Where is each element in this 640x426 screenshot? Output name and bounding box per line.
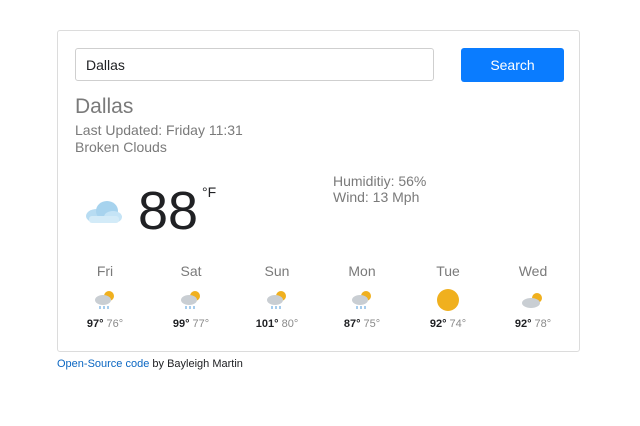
- cloud-icon: [86, 201, 122, 223]
- forecast-low: 78°: [534, 318, 552, 330]
- footer: Open-Source code by Bayleigh Martin: [57, 358, 243, 370]
- forecast-high: 92°: [429, 318, 447, 330]
- forecast-day-name: Fri: [96, 263, 114, 279]
- forecast-day: Sun 101° 80°: [237, 262, 317, 330]
- sun-icon: [437, 289, 459, 311]
- forecast-low: 76°: [106, 318, 124, 330]
- search-button[interactable]: Search: [461, 48, 564, 82]
- forecast-day: Mon 87° 75°: [322, 262, 402, 330]
- forecast-day: Tue 92° 74°: [408, 262, 488, 330]
- footer-author: by Bayleigh Martin: [149, 358, 243, 370]
- forecast-low: 75°: [363, 318, 381, 330]
- forecast-low: 80°: [281, 318, 299, 330]
- weather-card: Search Dallas Last Updated: Friday 11:31…: [57, 30, 580, 352]
- current-temperature: 88: [138, 181, 199, 241]
- forecast-temps: 99° 77°: [151, 318, 231, 330]
- forecast-temps: 92° 78°: [493, 318, 573, 330]
- forecast-day-name: Tue: [436, 263, 460, 279]
- forecast-high: 101°: [255, 318, 279, 330]
- open-source-link[interactable]: Open-Source code: [57, 358, 149, 370]
- forecast-temps: 97° 76°: [65, 318, 145, 330]
- rain-sun-icon: [267, 291, 286, 309]
- forecast-day-name: Sun: [264, 263, 290, 279]
- partly-cloudy-icon: [522, 293, 542, 308]
- forecast-low: 74°: [449, 318, 467, 330]
- rain-sun-icon: [181, 291, 200, 309]
- rain-sun-icon: [95, 291, 114, 309]
- forecast-temps: 101° 80°: [237, 318, 317, 330]
- forecast-day: Fri 97° 76°: [65, 262, 145, 330]
- city-name: Dallas: [75, 95, 134, 118]
- forecast-high: 92°: [514, 318, 532, 330]
- forecast-day: Wed 92° 78°: [493, 262, 573, 330]
- forecast-high: 97°: [86, 318, 104, 330]
- search-input[interactable]: [75, 48, 434, 81]
- forecast-day: Sat 99° 77°: [151, 262, 231, 330]
- forecast-row: Fri 97° 76° Sat 99° 77° Sun 101° 80° Mon…: [58, 262, 579, 334]
- forecast-high: 99°: [172, 318, 190, 330]
- forecast-day-name: Wed: [518, 263, 548, 279]
- forecast-day-name: Sat: [180, 263, 202, 279]
- forecast-high: 87°: [343, 318, 361, 330]
- rain-sun-icon: [352, 291, 371, 309]
- weather-condition: Broken Clouds: [75, 139, 167, 155]
- humidity: Humiditiy: 56%: [333, 173, 427, 189]
- forecast-low: 77°: [192, 318, 210, 330]
- forecast-temps: 92° 74°: [408, 318, 488, 330]
- last-updated: Last Updated: Friday 11:31: [75, 122, 243, 138]
- wind: Wind: 13 Mph: [333, 189, 420, 205]
- forecast-temps: 87° 75°: [322, 318, 402, 330]
- forecast-day-name: Mon: [348, 263, 376, 279]
- temperature-unit: °F: [202, 184, 217, 200]
